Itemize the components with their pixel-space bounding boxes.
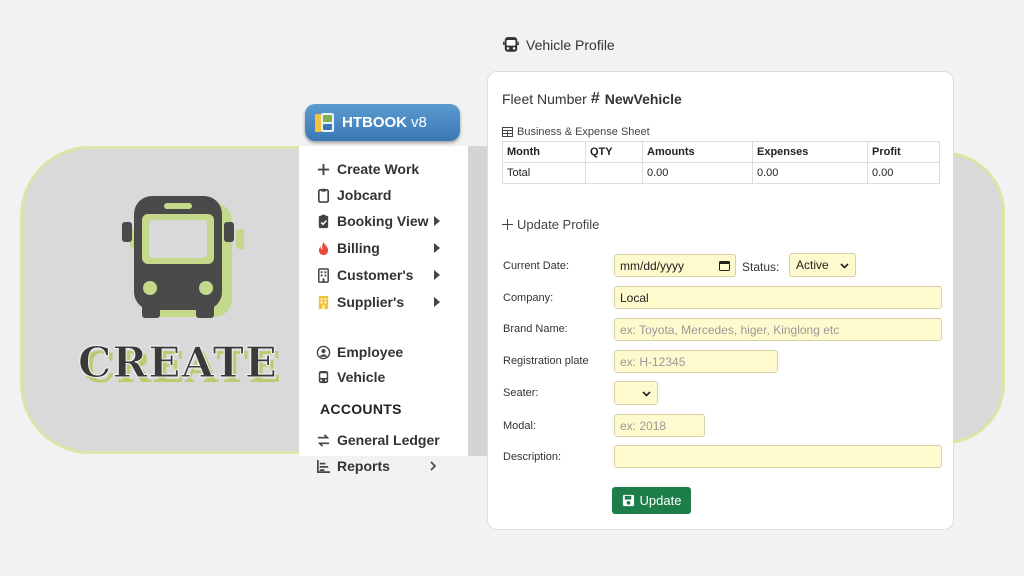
sidebar-item-billing[interactable]: Billing bbox=[316, 237, 446, 259]
book-logo-icon bbox=[315, 112, 334, 132]
caret-right-icon bbox=[434, 297, 440, 307]
sidebar-item-label: Jobcard bbox=[337, 187, 392, 203]
column-header: Month bbox=[502, 141, 586, 163]
sidebar-item-create-work[interactable]: Create Work bbox=[316, 158, 446, 180]
seater-label: Seater: bbox=[503, 387, 539, 399]
status-label: Status: bbox=[742, 260, 780, 274]
brand-name-label: Brand Name: bbox=[503, 323, 568, 335]
seater-select[interactable] bbox=[614, 381, 658, 405]
plus-icon bbox=[502, 219, 513, 230]
sidebar-item-customers[interactable]: Customer's bbox=[316, 264, 446, 286]
company-label: Company: bbox=[503, 292, 554, 304]
sidebar-item-label: Vehicle bbox=[337, 369, 386, 385]
table-icon bbox=[502, 127, 513, 137]
brand-name: HTBOOK bbox=[342, 114, 407, 131]
clipboard-icon bbox=[317, 188, 330, 203]
registration-input[interactable]: ex: H-12345 bbox=[614, 350, 778, 373]
sidebar-scroll-track bbox=[468, 146, 487, 456]
sheet-caption-text: Business & Expense Sheet bbox=[517, 126, 650, 138]
clipboard-check-icon bbox=[318, 214, 329, 228]
building-icon bbox=[318, 295, 329, 309]
caret-right-icon bbox=[434, 270, 440, 280]
brand-button[interactable]: HTBOOK v8 bbox=[305, 104, 460, 141]
sidebar-item-label: Customer's bbox=[337, 267, 414, 283]
sidebar-item-employee[interactable]: Employee bbox=[316, 341, 446, 363]
expense-table: Month QTY Amounts Expenses Profit Total … bbox=[502, 141, 940, 184]
table-row: Total 0.00 0.00 0.00 bbox=[502, 162, 940, 184]
status-select[interactable]: Active bbox=[789, 253, 856, 277]
brand-name-placeholder: ex: Toyota, Mercedes, higer, Kinglong et… bbox=[620, 322, 840, 337]
current-date-placeholder: mm/dd/yyyy bbox=[620, 258, 685, 273]
hero-create-word: CREATE CREATE bbox=[78, 338, 282, 393]
column-header: Expenses bbox=[752, 141, 868, 163]
current-date-label: Current Date: bbox=[503, 260, 570, 272]
column-header: Amounts bbox=[642, 141, 753, 163]
brand-version: v8 bbox=[411, 114, 427, 131]
description-input[interactable] bbox=[614, 445, 942, 468]
user-circle-icon bbox=[316, 345, 331, 359]
plus-icon bbox=[317, 163, 330, 175]
table-cell: 0.00 bbox=[867, 162, 940, 184]
sidebar-item-label: Create Work bbox=[337, 161, 420, 177]
company-input[interactable]: Local bbox=[614, 286, 942, 309]
fleet-number-value: NewVehicle bbox=[604, 91, 682, 107]
sidebar-item-general-ledger[interactable]: General Ledger bbox=[316, 429, 446, 451]
sidebar-item-label: Supplier's bbox=[337, 294, 405, 310]
sidebar-item-suppliers[interactable]: Supplier's bbox=[316, 291, 446, 313]
building-icon bbox=[318, 267, 329, 283]
chevron-down-icon bbox=[840, 262, 849, 269]
sidebar-item-label: Employee bbox=[337, 344, 404, 360]
sidebar-item-jobcard[interactable]: Jobcard bbox=[316, 184, 446, 206]
sidebar-item-label: Reports bbox=[337, 458, 390, 474]
sidebar-item-reports[interactable]: Reports bbox=[316, 455, 446, 477]
table-header-row: Month QTY Amounts Expenses Profit bbox=[502, 141, 940, 163]
brand-name-input[interactable]: ex: Toyota, Mercedes, higer, Kinglong et… bbox=[614, 318, 942, 341]
bus-icon bbox=[122, 196, 244, 318]
chevron-down-icon bbox=[642, 390, 651, 397]
fleet-number: Fleet Number # NewVehicle bbox=[502, 90, 682, 108]
calendar-icon[interactable] bbox=[719, 260, 730, 271]
column-header: Profit bbox=[867, 141, 940, 163]
caret-right-icon bbox=[434, 216, 440, 226]
sidebar-item-label: Billing bbox=[337, 240, 380, 256]
modal-input[interactable]: ex: 2018 bbox=[614, 414, 705, 437]
sidebar-item-label: Booking View bbox=[337, 213, 429, 229]
registration-label: Registration plate bbox=[503, 355, 589, 367]
current-date-input[interactable]: mm/dd/yyyy bbox=[614, 254, 736, 277]
modal-label: Modal: bbox=[503, 420, 537, 432]
hash-icon: # bbox=[590, 90, 600, 107]
sidebar-item-vehicle[interactable]: Vehicle bbox=[316, 366, 446, 388]
sheet-caption: Business & Expense Sheet bbox=[502, 126, 650, 138]
description-label: Description: bbox=[503, 451, 562, 463]
table-cell bbox=[585, 162, 643, 184]
update-button[interactable]: Update bbox=[612, 487, 691, 514]
table-cell: 0.00 bbox=[752, 162, 868, 184]
page-title-text: Vehicle Profile bbox=[526, 37, 615, 53]
page-title: Vehicle Profile bbox=[502, 36, 615, 54]
company-value: Local bbox=[620, 290, 649, 305]
accounts-heading: ACCOUNTS bbox=[320, 401, 402, 417]
chevron-right-icon bbox=[430, 461, 437, 471]
fleet-label: Fleet Number bbox=[502, 91, 587, 107]
update-profile-text: Update Profile bbox=[517, 217, 600, 232]
fire-icon bbox=[318, 241, 329, 255]
table-cell: Total bbox=[502, 162, 586, 184]
modal-placeholder: ex: 2018 bbox=[620, 418, 667, 433]
status-value: Active bbox=[796, 258, 829, 272]
table-cell: 0.00 bbox=[642, 162, 753, 184]
update-profile-heading: Update Profile bbox=[502, 217, 599, 232]
registration-placeholder: ex: H-12345 bbox=[620, 354, 686, 369]
chart-icon bbox=[317, 459, 331, 473]
bus-icon bbox=[318, 370, 329, 383]
caret-right-icon bbox=[434, 243, 440, 253]
bus-icon bbox=[503, 37, 519, 52]
save-icon bbox=[622, 494, 634, 507]
exchange-icon bbox=[317, 433, 330, 447]
sidebar-item-label: General Ledger bbox=[337, 432, 440, 448]
column-header: QTY bbox=[585, 141, 643, 163]
sidebar-item-booking-view[interactable]: Booking View bbox=[316, 210, 446, 232]
update-button-label: Update bbox=[639, 493, 682, 508]
